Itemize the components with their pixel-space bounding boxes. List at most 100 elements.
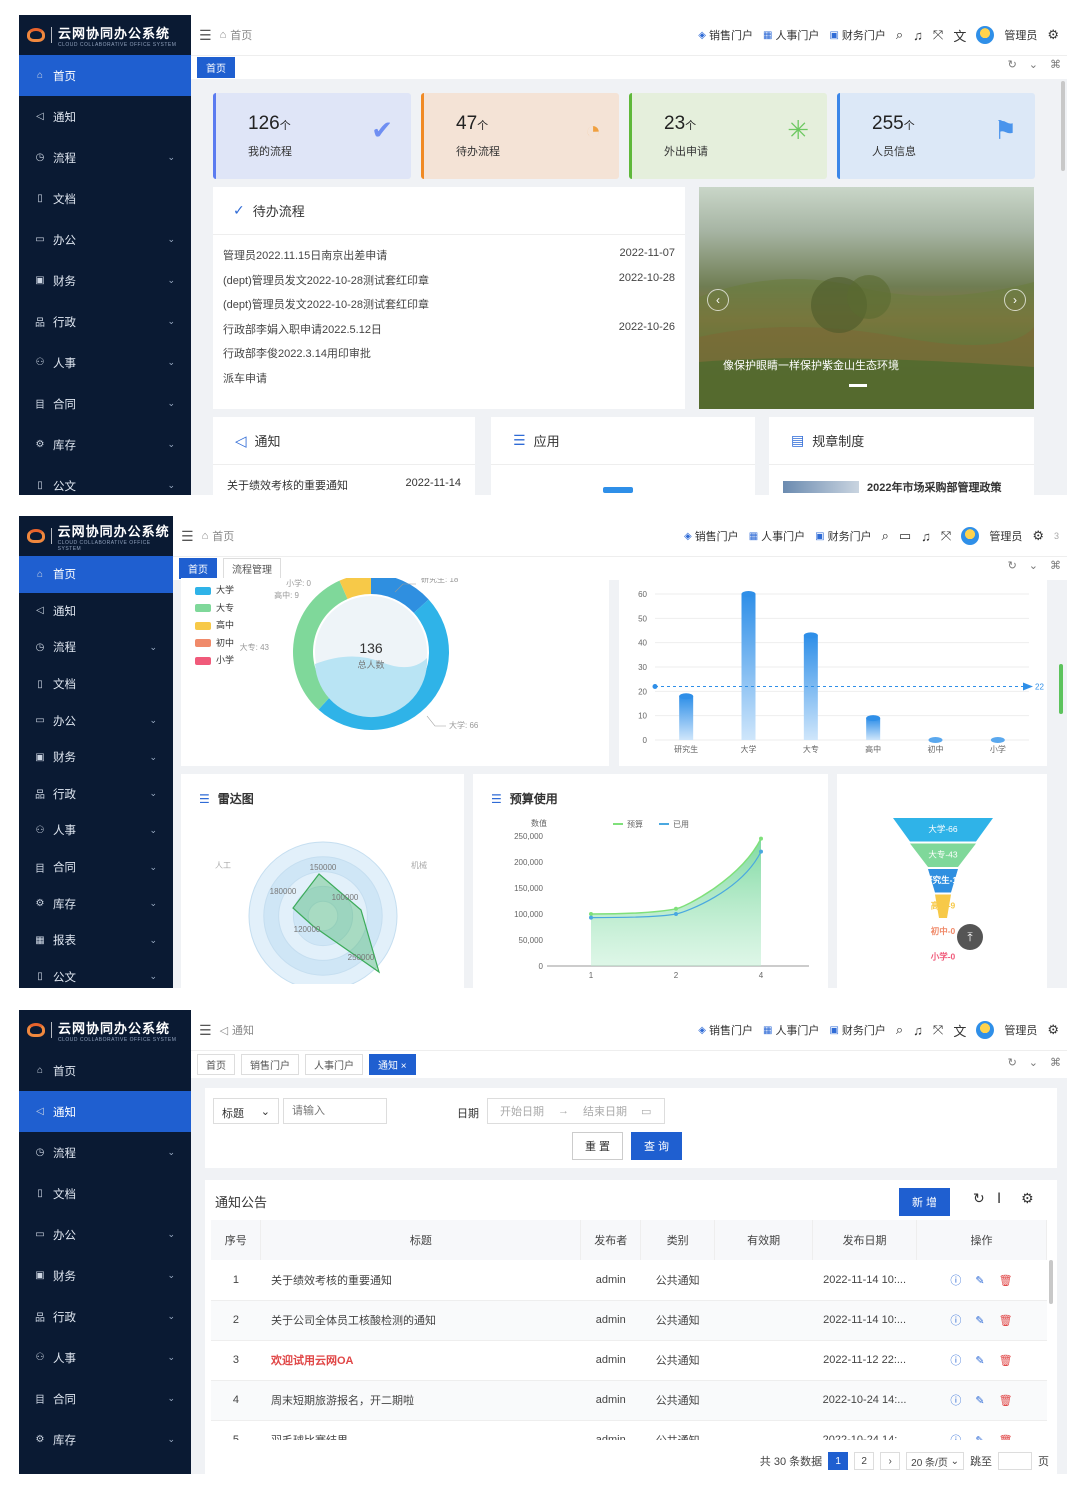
table-row[interactable]: 2 关于公司全体员工核酸检测的通知 admin 公共通知 2022-11-14 10:.… — [211, 1300, 1047, 1341]
refresh-icon[interactable]: ↻ — [973, 1190, 985, 1207]
tab-hr-portal[interactable]: 人事门户 — [305, 1054, 363, 1075]
row-title[interactable]: 羽毛球比赛结果 — [260, 1420, 581, 1440]
sidebar-item[interactable]: ◁ 通知 — [19, 1091, 191, 1132]
bar[interactable] — [679, 696, 694, 740]
edit-icon[interactable]: ✎ — [975, 1435, 984, 1440]
refresh-icon[interactable]: ↻ — [1008, 58, 1017, 71]
maximize-icon[interactable]: ⌘ — [1050, 559, 1061, 572]
page-2-button[interactable]: 2 — [854, 1452, 875, 1470]
stat-card[interactable]: 126个 我的流程 ✔ — [213, 93, 411, 179]
field-select[interactable]: 标题 ⌄ — [213, 1098, 279, 1124]
chevron-down-icon[interactable]: ⌄ — [1029, 1056, 1038, 1069]
sidebar-item[interactable]: ▣ 财务 ⌄ — [19, 1255, 191, 1296]
sidebar-item[interactable]: 品行政 ⌄ — [19, 301, 191, 342]
sidebar-item[interactable]: ▯ 文档 — [19, 178, 191, 219]
breadcrumb-home[interactable]: 首页 — [212, 528, 234, 544]
screen-icon[interactable]: ▭ — [899, 528, 911, 544]
finance-portal-link[interactable]: ▣ 财务门户 — [829, 27, 885, 43]
todo-item[interactable]: 行政部李俊2022.3.14用印审批 — [223, 345, 675, 370]
sidebar-item[interactable]: ◷ 流程 ⌄ — [19, 137, 191, 178]
tab-home[interactable]: 首页 — [197, 1054, 235, 1075]
info-icon[interactable]: ⓘ — [950, 1275, 961, 1287]
rule-row-title[interactable]: 2022年市场采购部管理政策 — [867, 479, 1001, 495]
jump-page-input[interactable] — [998, 1452, 1032, 1470]
fullscreen-icon[interactable]: ⤧ — [933, 27, 943, 43]
close-icon[interactable]: × — [401, 1061, 407, 1072]
tab-home[interactable]: 首页 — [179, 558, 217, 579]
settings-gear-icon[interactable]: ⚙ — [1047, 1022, 1059, 1038]
sidebar-item[interactable]: ⚇ 人事 ⌄ — [19, 342, 191, 383]
carousel-prev-icon[interactable]: ‹ — [707, 289, 729, 311]
finance-portal-link[interactable]: ▣ 财务门户 — [815, 528, 871, 544]
info-icon[interactable]: ⓘ — [950, 1355, 961, 1367]
edit-icon[interactable]: ✎ — [975, 1315, 984, 1327]
hr-portal-link[interactable]: ▦ 人事门户 — [763, 1022, 819, 1038]
sidebar-item[interactable]: ◷ 流程 ⌄ — [19, 1132, 191, 1173]
sales-portal-link[interactable]: ◈ 销售门户 — [698, 1022, 753, 1038]
tab-home[interactable]: 首页 — [197, 57, 235, 78]
refresh-icon[interactable]: ↻ — [1008, 1056, 1017, 1069]
translate-icon[interactable]: 文 — [953, 26, 966, 45]
settings-gear-icon[interactable]: ⚙ — [1021, 1190, 1034, 1207]
todo-item[interactable]: 派车申请 — [223, 370, 675, 395]
sidebar-item[interactable]: ▯ 文档 — [19, 1173, 191, 1214]
sidebar-item[interactable]: ⚙ 库存 ⌄ — [19, 885, 173, 922]
date-range-picker[interactable]: 开始日期 → 结束日期 ▭ — [487, 1098, 665, 1124]
todo-item[interactable]: (dept)管理员发文2022-10-28测试套红印章 — [223, 296, 675, 321]
sidebar-item[interactable]: 品行政 ⌄ — [19, 776, 173, 813]
row-title[interactable]: 关于绩效考核的重要通知 — [260, 1260, 581, 1301]
edit-icon[interactable]: ✎ — [975, 1275, 984, 1287]
sidebar-item[interactable]: ▭ 办公 ⌄ — [19, 219, 191, 260]
search-icon[interactable]: ⌕ — [896, 1022, 903, 1038]
used-point[interactable] — [674, 912, 678, 916]
add-button[interactable]: 新 增 — [899, 1188, 951, 1216]
sidebar-item[interactable]: ▯ 公文 ⌄ — [19, 959, 173, 988]
table-row[interactable]: 3 欢迎试用云网OA admin 公共通知 2022-11-12 22:... ⓘ ✎ 🗑 — [211, 1340, 1047, 1381]
info-icon[interactable]: ⓘ — [950, 1435, 961, 1440]
column-header[interactable]: 发布者 — [580, 1220, 642, 1260]
fullscreen-icon[interactable]: ⤧ — [941, 528, 951, 544]
sidebar-item[interactable]: 目合同 ⌄ — [19, 849, 173, 886]
row-title[interactable]: 关于公司全体员工核酸检测的通知 — [260, 1300, 581, 1341]
stat-card[interactable]: 47个 待办流程 ◔ — [421, 93, 619, 179]
column-header[interactable]: 有效期 — [714, 1220, 814, 1260]
todo-item[interactable]: 管理员2022.11.15日南京出差申请 2022-11-07 — [223, 247, 675, 272]
info-icon[interactable]: ⓘ — [950, 1315, 961, 1327]
info-icon[interactable]: ⓘ — [950, 1395, 961, 1407]
sidebar-item[interactable]: ⚇ 人事 ⌄ — [19, 1337, 191, 1378]
edit-icon[interactable]: ✎ — [975, 1355, 984, 1367]
sidebar-item[interactable]: ▦ 报表 ⌄ — [19, 922, 173, 959]
avatar[interactable] — [976, 26, 995, 44]
sidebar-item[interactable]: ◷ 流程 ⌄ — [19, 629, 173, 666]
table-row[interactable]: 4 周末短期旅游报名，开二期啦 admin 公共通知 2022-10-24 14:...… — [211, 1380, 1047, 1421]
column-header[interactable]: 操作 — [916, 1220, 1047, 1260]
reset-button[interactable]: 重 置 — [572, 1132, 624, 1160]
refresh-icon[interactable]: ↻ — [1008, 559, 1017, 572]
scrollbar[interactable] — [1059, 664, 1063, 714]
sidebar-item[interactable]: ▭ 办公 ⌄ — [19, 1214, 191, 1255]
breadcrumb-home[interactable]: 首页 — [230, 27, 252, 43]
bar[interactable] — [741, 594, 756, 740]
search-icon[interactable]: ⌕ — [896, 27, 903, 43]
used-point[interactable] — [759, 849, 763, 854]
banner-carousel[interactable]: ‹ › 像保护眼睛一样保护紫金山生态环境 — [699, 187, 1034, 409]
hr-portal-link[interactable]: ▦ 人事门户 — [763, 27, 819, 43]
delete-icon[interactable]: 🗑 — [999, 1355, 1013, 1367]
bell-icon[interactable]: ♫ — [913, 1023, 923, 1038]
budget-point[interactable] — [674, 906, 678, 911]
user-name[interactable]: 管理员 — [989, 528, 1022, 544]
settings-gear-icon[interactable]: ⚙ — [1032, 528, 1044, 544]
sidebar-item[interactable]: ◁ 通知 — [19, 96, 191, 137]
sidebar-item[interactable]: ⚇ 人事 ⌄ — [19, 812, 173, 849]
maximize-icon[interactable]: ⌘ — [1050, 1056, 1061, 1069]
column-header[interactable]: 标题 — [260, 1220, 582, 1260]
column-height-icon[interactable]: Ⅰ — [997, 1190, 1001, 1207]
breadcrumb-notice[interactable]: 通知 — [232, 1022, 254, 1038]
sidebar-item[interactable]: ▭ 办公 ⌄ — [19, 702, 173, 739]
carousel-next-icon[interactable]: › — [1004, 289, 1026, 311]
column-header[interactable]: 序号 — [211, 1220, 262, 1260]
maximize-icon[interactable]: ⌘ — [1050, 58, 1061, 71]
sidebar-item[interactable]: ▯ 公文 ⌄ — [19, 465, 191, 495]
page-1-button[interactable]: 1 — [828, 1452, 849, 1470]
collapse-menu-icon[interactable]: ☰ — [199, 1022, 212, 1039]
